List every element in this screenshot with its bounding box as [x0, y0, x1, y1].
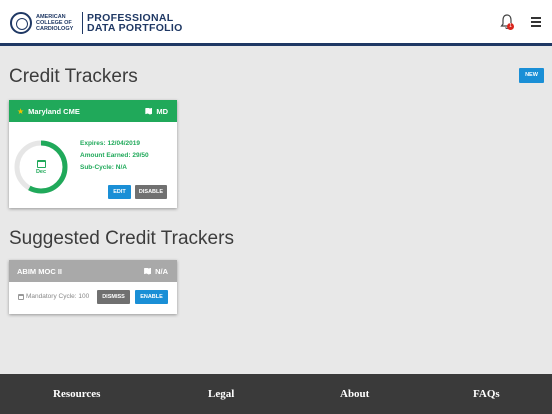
footer-link-resources[interactable]: Resources	[53, 374, 100, 414]
app-header: American College of Cardiology PROFESSIO…	[0, 0, 552, 46]
mandatory-cycle: Mandatory Cycle: 100	[18, 293, 89, 300]
footer-link-legal[interactable]: Legal	[208, 374, 234, 414]
gauge-month: Dec	[35, 168, 47, 175]
suggested-card: ABIM MOC II N/A	[9, 260, 177, 314]
progress-gauge: Dec	[11, 137, 71, 197]
mandatory-cycle-text: Mandatory Cycle: 100	[26, 293, 90, 300]
star-icon: ★	[17, 106, 25, 116]
acc-logo[interactable]: American College of Cardiology PROFESSIO…	[10, 11, 183, 35]
menu-bar	[531, 17, 541, 19]
notification-badge: 1	[507, 23, 514, 30]
map-icon	[145, 107, 153, 115]
suggested-trackers-title: Suggested Credit Trackers	[9, 228, 234, 249]
enable-button[interactable]: ENABLE	[135, 290, 168, 304]
credit-trackers-title: Credit Trackers	[9, 66, 138, 87]
notifications-button[interactable]: 1	[500, 14, 516, 32]
tracker-amount: Amount Earned: 29/50	[80, 152, 149, 159]
suggested-card-header[interactable]: ABIM MOC II N/A	[9, 260, 177, 282]
tracker-name: Maryland CME	[28, 106, 80, 116]
gauge-center: Dec	[11, 137, 71, 197]
suggested-state-code: N/A	[155, 266, 168, 276]
edit-button[interactable]: EDIT	[108, 185, 131, 199]
product-name: PROFESSIONAL DATA PORTFOLIO	[87, 13, 183, 34]
dismiss-button[interactable]: DISMISS	[97, 290, 130, 304]
acc-seal-icon	[10, 12, 32, 34]
org-line: Cardiology	[36, 26, 74, 32]
hamburger-menu-icon[interactable]	[531, 17, 541, 27]
product-line: DATA PORTFOLIO	[87, 22, 183, 34]
footer: Resources Legal About FAQs	[0, 374, 552, 414]
footer-link-faqs[interactable]: FAQs	[473, 374, 500, 414]
footer-link-about[interactable]: About	[340, 374, 369, 414]
new-tracker-button[interactable]: NEW	[519, 68, 544, 83]
tracker-card-header[interactable]: ★ Maryland CME MD	[9, 100, 177, 122]
tracker-state-code: MD	[156, 106, 168, 116]
calendar-icon	[36, 159, 46, 168]
suggested-state: N/A	[144, 260, 168, 282]
calendar-icon	[18, 293, 24, 300]
suggested-name: ABIM MOC II	[17, 266, 62, 276]
org-name: American College of Cardiology	[36, 14, 78, 32]
menu-bar	[531, 21, 541, 23]
logo-divider	[82, 12, 83, 34]
map-icon	[144, 267, 152, 275]
tracker-subcycle: Sub-Cycle: N/A	[80, 164, 127, 171]
menu-bar	[531, 25, 541, 27]
disable-button[interactable]: DISABLE	[135, 185, 167, 199]
tracker-expires: Expires: 12/04/2019	[80, 140, 140, 147]
tracker-state: MD	[145, 100, 168, 122]
